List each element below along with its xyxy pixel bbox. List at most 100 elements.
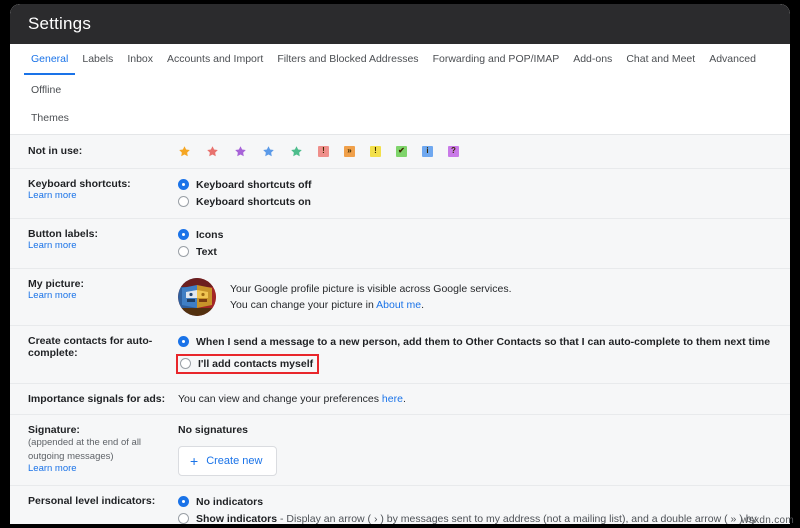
option-label: No indicators xyxy=(196,495,264,508)
orange-star-icon[interactable] xyxy=(178,145,191,158)
option-description: - Display an arrow ( › ) by messages sen… xyxy=(280,512,757,524)
green-star-icon[interactable] xyxy=(290,145,303,158)
tab-label: General xyxy=(31,53,69,65)
importance-here-link[interactable]: here xyxy=(382,393,403,405)
tab-label: Advanced xyxy=(709,53,756,65)
radio-button-icon[interactable] xyxy=(178,229,189,241)
tab-inbox[interactable]: Inbox xyxy=(120,44,160,75)
create-new-signature-button[interactable]: + Create new xyxy=(178,445,278,476)
about-me-link[interactable]: About me xyxy=(376,299,421,311)
tab-advanced[interactable]: Advanced xyxy=(702,44,763,75)
radio-button-icon[interactable] xyxy=(178,178,189,190)
radio-button-icon[interactable] xyxy=(178,336,189,348)
blue-info-icon[interactable]: i xyxy=(422,145,433,157)
blue-star-icon[interactable] xyxy=(262,145,275,158)
create-new-label: Create new xyxy=(206,454,263,467)
button-labels-row: Button labels: Learn more Icons Text xyxy=(10,219,790,270)
signature-learn-more-link[interactable]: Learn more xyxy=(28,463,170,474)
purple-star-icon[interactable] xyxy=(234,145,247,158)
radio-button-labels-text[interactable]: Text xyxy=(178,245,774,259)
highlight-box-add-contacts-myself: I'll add contacts myself xyxy=(176,353,320,374)
signature-status: No signatures xyxy=(178,423,249,436)
my-picture-row: My picture: Learn more Your Google profi… xyxy=(10,269,790,327)
button-labels-learn-more-link[interactable]: Learn more xyxy=(28,240,170,251)
radio-auto-add-contacts[interactable]: When I send a message to a new person, a… xyxy=(178,335,774,349)
radio-button-labels-icons[interactable]: Icons xyxy=(178,228,774,242)
option-label: I'll add contacts myself xyxy=(198,357,314,370)
option-label: Show indicators xyxy=(196,512,278,524)
tab-label: Inbox xyxy=(127,53,153,65)
my-picture-label-cell: My picture: Learn more xyxy=(28,278,178,301)
radio-show-indicators[interactable]: Show indicators - Display an arrow ( › )… xyxy=(178,512,774,524)
tab-labels[interactable]: Labels xyxy=(75,44,120,75)
picture-line-2-pre: You can change your picture in xyxy=(230,299,377,312)
tab-chat-and-meet[interactable]: Chat and Meet xyxy=(619,44,702,75)
create-contacts-label-line2: complete: xyxy=(28,347,78,360)
importance-signals-label-cell: Importance signals for ads: xyxy=(28,393,178,405)
tab-label: Accounts and Import xyxy=(167,53,264,65)
personal-level-indicators-label: Personal level indicators: xyxy=(28,494,156,507)
tab-add-ons[interactable]: Add-ons xyxy=(566,44,619,75)
button-labels-label-cell: Button labels: Learn more xyxy=(28,228,178,251)
importance-signals-row: Importance signals for ads: You can view… xyxy=(10,384,790,415)
tab-label: Chat and Meet xyxy=(626,53,696,65)
importance-text-post: . xyxy=(402,392,406,405)
importance-signals-label: Importance signals for ads: xyxy=(28,392,166,405)
radio-button-icon[interactable] xyxy=(178,246,189,258)
personal-level-indicators-row: Personal level indicators: No indicators… xyxy=(10,486,790,524)
tab-general[interactable]: General xyxy=(24,44,76,75)
keyboard-shortcuts-learn-more-link[interactable]: Learn more xyxy=(28,190,170,201)
button-labels-label: Button labels: xyxy=(28,228,98,241)
radio-button-icon[interactable] xyxy=(178,495,189,507)
signature-row: Signature: (appended at the end of all o… xyxy=(10,415,790,486)
signature-sub-label: (appended at the end of all outgoing mes… xyxy=(28,436,142,462)
personal-level-indicators-label-cell: Personal level indicators: xyxy=(28,495,178,507)
tab-forwarding-and-pop-imap[interactable]: Forwarding and POP/IMAP xyxy=(426,44,567,75)
tab-label: Themes xyxy=(31,112,69,125)
watermark: wsxdn.com xyxy=(741,515,794,526)
purple-question-icon[interactable]: ? xyxy=(448,145,459,157)
radio-button-icon[interactable] xyxy=(178,512,189,524)
radio-no-indicators[interactable]: No indicators xyxy=(178,495,774,509)
create-contacts-label-cell: Create contacts for auto- complete: xyxy=(28,335,178,359)
yellow-bang-icon[interactable]: ! xyxy=(370,145,381,157)
signature-content: No signatures + Create new xyxy=(178,424,774,476)
red-star-icon[interactable] xyxy=(206,145,219,158)
red-bang-icon[interactable]: ! xyxy=(318,145,329,157)
picture-line-2-post: . xyxy=(421,299,425,312)
tab-themes[interactable]: Themes xyxy=(24,103,76,134)
picture-line-1: Your Google profile picture is visible a… xyxy=(230,282,512,295)
green-check-icon[interactable]: ✔ xyxy=(396,145,407,157)
tab-accounts-and-import[interactable]: Accounts and Import xyxy=(160,44,270,75)
option-label: Keyboard shortcuts off xyxy=(196,178,312,191)
option-label: Keyboard shortcuts on xyxy=(196,195,311,208)
signature-label-cell: Signature: (appended at the end of all o… xyxy=(28,424,178,475)
importance-text-pre: You can view and change your preferences xyxy=(178,392,382,405)
tab-row-primary: General Labels Inbox Accounts and Import Fil… xyxy=(24,44,776,105)
orange-guillemet-icon[interactable]: » xyxy=(344,145,355,157)
option-label: Icons xyxy=(196,229,224,242)
radio-add-contacts-myself[interactable]: I'll add contacts myself xyxy=(180,357,313,371)
stars-not-in-use-row: Not in use: ! »! ✔ i? xyxy=(10,134,790,169)
create-contacts-label-line1: Create contacts for auto- xyxy=(28,335,153,348)
not-in-use-label: Not in use: xyxy=(28,145,83,158)
radio-keyboard-shortcuts-off[interactable]: Keyboard shortcuts off xyxy=(178,178,774,192)
radio-keyboard-shortcuts-on[interactable]: Keyboard shortcuts on xyxy=(178,195,774,209)
keyboard-shortcuts-options: Keyboard shortcuts off Keyboard shortcut… xyxy=(178,178,774,209)
avatar[interactable] xyxy=(178,278,216,317)
my-picture-description: Your Google profile picture is visible a… xyxy=(230,281,512,315)
keyboard-shortcuts-row: Keyboard shortcuts: Learn more Keyboard … xyxy=(10,169,790,220)
tab-row-secondary: Themes xyxy=(24,103,776,134)
radio-button-icon[interactable] xyxy=(180,357,191,369)
settings-content: Not in use: ! »! ✔ i? Keyboard shortcuts: L… xyxy=(10,134,790,524)
tab-label: Forwarding and POP/IMAP xyxy=(432,53,560,65)
radio-button-icon[interactable] xyxy=(178,195,189,207)
tab-filters-and-blocked-addresses[interactable]: Filters and Blocked Addresses xyxy=(270,44,425,75)
settings-window: Settings General Labels Inbox Accounts and … xyxy=(10,4,790,524)
option-label: Text xyxy=(196,246,217,259)
my-picture-learn-more-link[interactable]: Learn more xyxy=(28,290,170,301)
my-picture-label: My picture: xyxy=(28,278,85,291)
tab-label: Offline xyxy=(31,83,62,96)
tab-offline[interactable]: Offline xyxy=(24,75,68,106)
signature-label: Signature: xyxy=(28,423,80,436)
